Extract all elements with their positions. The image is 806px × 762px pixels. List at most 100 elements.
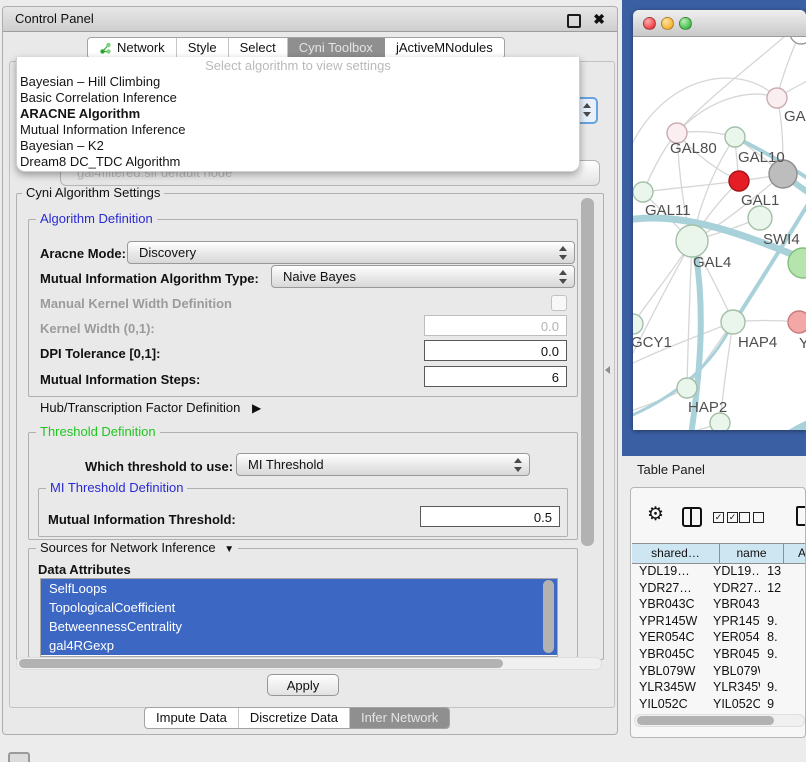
aracne-mode-label: Aracne Mode: [40, 246, 126, 261]
network-edge [633, 423, 720, 430]
network-node-gal1[interactable] [729, 171, 749, 191]
table-row[interactable]: YDR27…YDR27…12 [632, 580, 806, 597]
attributes-list-scrollbar[interactable] [543, 580, 554, 653]
algorithm-option[interactable]: Basic Correlation Inference [17, 90, 579, 106]
dpi-tolerance-label: DPI Tolerance [0,1]: [40, 346, 160, 361]
network-node-gal4[interactable] [676, 225, 708, 257]
partial-toolbar-icon[interactable] [796, 506, 806, 526]
tab-jactivemnodules[interactable]: jActiveMNodules [385, 38, 504, 58]
table-cell: 9. [760, 613, 806, 630]
table-cell: YBR045C [706, 646, 760, 663]
network-canvas[interactable]: GALGAL80GAL10GAL1GAL11SWI4GAL4GCY1HAP4YH… [633, 37, 806, 430]
settings-vertical-scrollbar[interactable] [581, 198, 594, 546]
algorithm-option[interactable]: ARACNE Algorithm [17, 106, 579, 122]
algorithm-option[interactable]: Bayesian – K2 [17, 138, 579, 154]
maximize-traffic-light-icon[interactable] [679, 17, 692, 30]
algorithm-dropdown: Select algorithm to view settings Bayesi… [16, 57, 580, 172]
data-attribute-item[interactable]: BetweennessCentrality [41, 617, 557, 636]
network-node-y[interactable] [788, 311, 806, 333]
table-cell: YDL19… [632, 563, 706, 580]
network-node-hap2[interactable] [677, 378, 697, 398]
control-panel-titlebar: Control Panel ✖ [3, 7, 617, 32]
expanded-arrow-icon: ▼ [224, 544, 234, 555]
network-edge [677, 37, 793, 133]
deselect-all-checkboxes-icon[interactable] [739, 512, 764, 523]
tab-infer-network[interactable]: Infer Network [350, 708, 449, 728]
dropdown-placeholder: Select algorithm to view settings [17, 57, 579, 74]
which-threshold-combobox[interactable]: MI Threshold [236, 453, 530, 476]
apply-button[interactable]: Apply [267, 674, 339, 696]
data-attribute-item[interactable]: gal4RGexp [41, 636, 557, 655]
algorithm-option[interactable]: Mutual Information Inference [17, 122, 579, 138]
mi-steps-label: Mutual Information Steps: [40, 372, 200, 387]
table-row[interactable]: YBR045CYBR045C9. [632, 646, 806, 663]
bottom-left-partial-button[interactable] [8, 752, 30, 762]
close-traffic-light-icon[interactable] [643, 17, 656, 30]
table-row[interactable]: YLR345WYLR345W9. [632, 679, 806, 696]
bottom-tabbar: Impute Data Discretize Data Infer Networ… [144, 707, 450, 729]
network-node-gal[interactable] [767, 88, 787, 108]
table-row[interactable]: YIL052CYIL052C9 [632, 696, 806, 713]
splitpane-collapse-icon[interactable] [601, 366, 610, 374]
tab-cyni-toolbox[interactable]: Cyni Toolbox [288, 38, 385, 58]
tab-select[interactable]: Select [229, 38, 288, 58]
table-header-cell[interactable]: A [784, 544, 806, 563]
network-node-gal11[interactable] [633, 182, 653, 202]
table-row[interactable]: YBL079WYBL079W [632, 663, 806, 680]
table-cell: 9. [760, 646, 806, 663]
algorithm-option[interactable]: Bayesian – Hill Climbing [17, 74, 579, 90]
table-cell: 13 [760, 563, 806, 580]
gear-icon[interactable]: ⚙ [647, 505, 664, 524]
close-icon[interactable]: ✖ [593, 9, 605, 29]
table-row[interactable]: YBR043CYBR043C [632, 596, 806, 613]
combo-arrows-icon [559, 246, 567, 260]
tab-network[interactable]: Network [88, 38, 177, 58]
dpi-tolerance-field[interactable]: 0.0 [424, 340, 567, 361]
network-node-hap4[interactable] [721, 310, 745, 334]
collapsed-arrow-icon: ▶ [252, 401, 261, 415]
data-attribute-item[interactable]: TopologicalCoefficient [41, 598, 557, 617]
columns-icon[interactable] [682, 507, 702, 527]
mi-steps-field[interactable]: 6 [424, 366, 567, 387]
node-label: GAL [784, 108, 806, 125]
network-node[interactable] [790, 37, 806, 44]
tab-style[interactable]: Style [177, 38, 229, 58]
tab-impute-data[interactable]: Impute Data [145, 708, 239, 728]
network-window-titlebar[interactable] [633, 10, 806, 37]
mi-threshold-field[interactable]: 0.5 [420, 506, 560, 527]
table-panel: ⚙ ✓✓ shared…nameA YDL19…YDL19…13YDR27…YD… [630, 487, 806, 738]
table-row[interactable]: YDL19…YDL19…13 [632, 563, 806, 580]
data-attribute-item[interactable]: SelfLoops [41, 579, 557, 598]
table-cell: YLR345W [706, 679, 760, 696]
node-label: GAL10 [738, 149, 785, 166]
aracne-mode-combobox[interactable]: Discovery [127, 241, 575, 264]
table-header-cell[interactable]: name [720, 544, 784, 563]
network-edge [677, 94, 777, 133]
mi-type-combobox[interactable]: Naive Bayes [271, 265, 575, 288]
kernel-width-field[interactable]: 0.0 [424, 315, 567, 336]
table-hscroll-thumb[interactable] [637, 716, 774, 725]
network-edge [643, 181, 739, 192]
minimize-traffic-light-icon[interactable] [661, 17, 674, 30]
mi-threshold-group-label: MI Threshold Definition [46, 481, 187, 495]
float-window-icon[interactable] [567, 14, 581, 28]
select-all-checkboxes-icon[interactable]: ✓✓ [713, 512, 738, 523]
cyni-algorithm-settings-label: Cyni Algorithm Settings [22, 186, 164, 200]
sources-group-label[interactable]: Sources for Network Inference ▼ [36, 541, 238, 557]
table-header-cell[interactable]: shared… [632, 544, 720, 563]
hub-definition-toggle[interactable]: Hub/Transcription Factor Definition ▶ [40, 400, 261, 415]
tab-discretize-data[interactable]: Discretize Data [239, 708, 350, 728]
settings-hscroll-thumb[interactable] [19, 659, 503, 668]
manual-kernel-checkbox[interactable] [551, 295, 567, 311]
which-threshold-label: Which threshold to use: [85, 459, 233, 474]
algorithm-definition-label: Algorithm Definition [36, 212, 157, 226]
table-cell: 8. [760, 629, 806, 646]
data-attributes-list: SelfLoopsTopologicalCoefficientBetweenne… [40, 578, 558, 657]
node-label: GCY1 [633, 334, 672, 351]
network-node-gal10[interactable] [725, 127, 745, 147]
table-row[interactable]: YER054CYER054C8. [632, 629, 806, 646]
algorithm-option[interactable]: Dream8 DC_TDC Algorithm [17, 154, 579, 170]
table-row[interactable]: YPR145WYPR145W9. [632, 613, 806, 630]
network-node-swi4[interactable] [748, 206, 772, 230]
network-node-gcy1[interactable] [633, 314, 643, 334]
